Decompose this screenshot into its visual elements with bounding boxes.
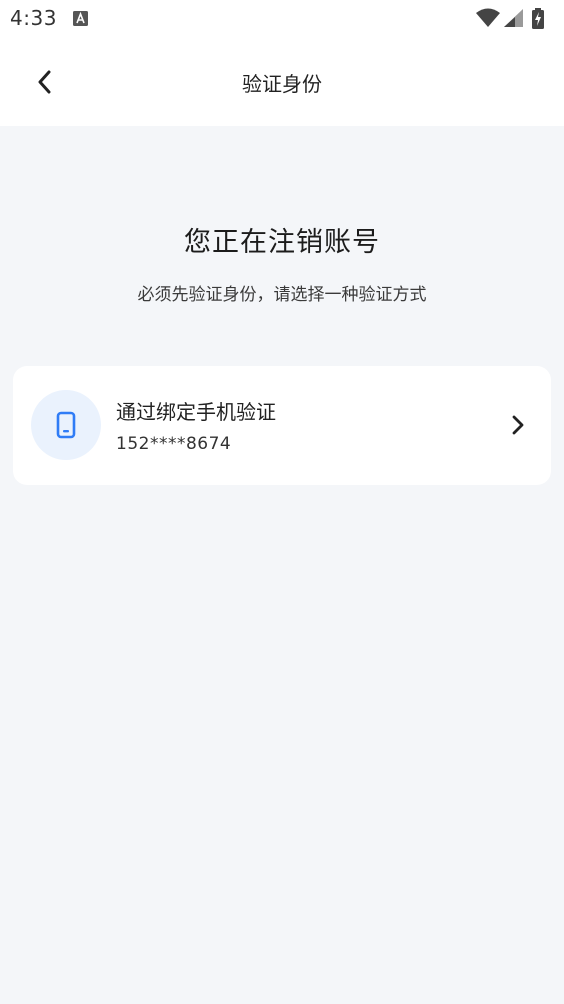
status-bar: 4:33 — [0, 0, 564, 38]
status-time: 4:33 — [10, 6, 57, 30]
app-header: 验证身份 — [0, 38, 564, 126]
option-title: 通过绑定手机验证 — [116, 400, 276, 424]
phone-icon-badge — [31, 390, 101, 460]
wifi-icon — [476, 8, 500, 27]
signal-icon — [504, 9, 523, 27]
status-icons — [476, 8, 556, 30]
chevron-right-icon — [512, 415, 524, 435]
verify-by-phone-option[interactable]: 通过绑定手机验证 152****8674 — [13, 366, 551, 485]
a-notification-icon — [73, 11, 88, 26]
masked-phone-number: 152****8674 — [116, 434, 232, 454]
battery-charging-icon — [532, 8, 544, 29]
heading: 您正在注销账号 — [184, 227, 380, 258]
page-title: 验证身份 — [242, 72, 322, 96]
subheading: 必须先验证身份，请选择一种验证方式 — [137, 285, 427, 305]
phone-icon — [56, 411, 76, 439]
